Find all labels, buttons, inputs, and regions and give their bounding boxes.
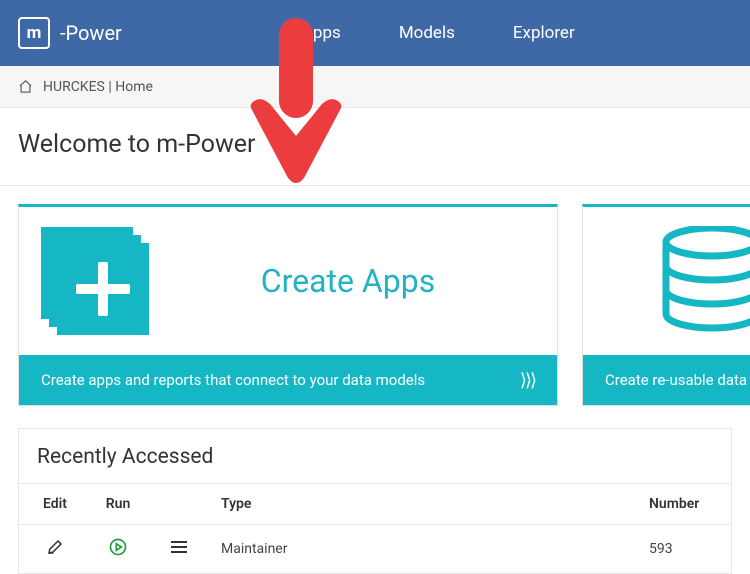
card-create-apps[interactable]: Create Apps Create apps and reports that… bbox=[18, 204, 558, 406]
nav-models[interactable]: Models bbox=[399, 23, 455, 43]
main-nav: Apps Models Explorer bbox=[302, 23, 575, 43]
stacked-pages-plus-icon bbox=[41, 227, 149, 335]
brand-name: -Power bbox=[60, 21, 122, 45]
database-icon bbox=[605, 207, 750, 355]
card-create-apps-body: Create Apps bbox=[19, 207, 557, 355]
hamburger-menu-icon[interactable] bbox=[171, 540, 187, 554]
card-create-apps-title: Create Apps bbox=[161, 262, 535, 300]
page-title: Welcome to m-Power bbox=[0, 108, 750, 186]
card-data-models-body bbox=[583, 207, 750, 355]
recently-accessed-title: Recently Accessed bbox=[19, 429, 731, 483]
recently-accessed-panel: Recently Accessed Edit Run Type Number bbox=[18, 428, 732, 574]
col-header-number: Number bbox=[635, 484, 731, 525]
recently-accessed-table: Edit Run Type Number bbox=[19, 483, 731, 573]
col-header-run: Run bbox=[85, 484, 151, 525]
card-data-models[interactable]: Create re-usable data se bbox=[582, 204, 750, 406]
top-nav: m -Power Apps Models Explorer bbox=[0, 0, 750, 66]
nav-explorer[interactable]: Explorer bbox=[513, 23, 575, 43]
card-data-models-footer-text: Create re-usable data se bbox=[605, 371, 750, 389]
more-actions-icon[interactable] bbox=[281, 79, 285, 95]
breadcrumb-text[interactable]: HURCKES | Home bbox=[43, 79, 153, 95]
cell-number: 593 bbox=[635, 525, 731, 574]
cards-row: Create Apps Create apps and reports that… bbox=[0, 186, 750, 406]
brand-badge: m bbox=[18, 17, 50, 49]
card-data-models-footer[interactable]: Create re-usable data se bbox=[583, 355, 750, 405]
col-header-menu bbox=[151, 484, 207, 525]
col-header-type: Type bbox=[207, 484, 635, 525]
card-create-apps-footer-text: Create apps and reports that connect to … bbox=[41, 371, 425, 389]
brand-badge-letter: m bbox=[27, 23, 42, 43]
col-header-edit: Edit bbox=[19, 484, 85, 525]
table-row[interactable]: Maintainer 593 bbox=[19, 525, 731, 574]
run-icon[interactable] bbox=[108, 537, 128, 557]
edit-icon[interactable] bbox=[46, 538, 64, 556]
home-icon[interactable] bbox=[18, 79, 33, 94]
nav-apps[interactable]: Apps bbox=[302, 23, 341, 43]
table-header-row: Edit Run Type Number bbox=[19, 484, 731, 525]
chevrons-right-icon: ⟩⟩⟩ bbox=[520, 370, 535, 391]
card-create-apps-footer[interactable]: Create apps and reports that connect to … bbox=[19, 355, 557, 405]
cell-type: Maintainer bbox=[207, 525, 635, 574]
breadcrumb-bar: HURCKES | Home bbox=[0, 66, 750, 108]
